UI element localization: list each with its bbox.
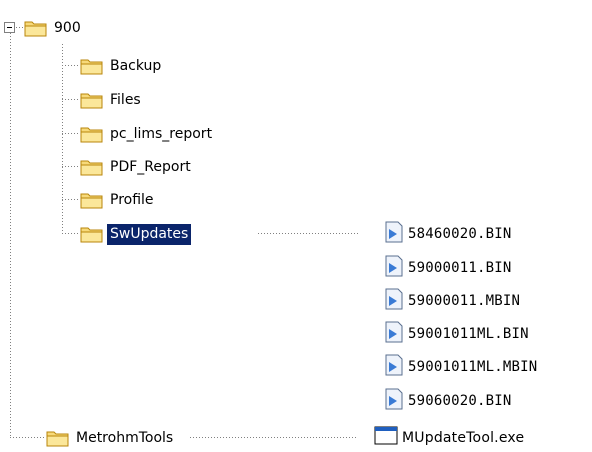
file-item[interactable]: 58460020.BIN bbox=[384, 221, 512, 247]
exe-window-icon bbox=[374, 426, 398, 450]
file-item[interactable]: MUpdateTool.exe bbox=[374, 426, 524, 450]
tree-node-pdf-report[interactable]: PDF_Report bbox=[80, 155, 194, 179]
bin-file-icon bbox=[384, 321, 404, 347]
file-item[interactable]: 59000011.BIN bbox=[384, 255, 512, 281]
folder-icon bbox=[80, 124, 104, 144]
file-name: 59001011ML.MBIN bbox=[408, 359, 538, 375]
tree-node-label: pc_lims_report bbox=[110, 125, 213, 142]
bin-file-icon bbox=[384, 255, 404, 281]
tree-node-label: Profile bbox=[110, 191, 154, 208]
tree-node-label-selected: SwUpdates bbox=[107, 223, 192, 245]
tree-node-files[interactable]: Files bbox=[80, 88, 144, 112]
tree-node-label: MetrohmTools bbox=[76, 429, 174, 446]
bin-file-icon bbox=[384, 388, 404, 414]
tree-node-900[interactable]: 900 bbox=[24, 16, 84, 40]
file-item[interactable]: 59000011.MBIN bbox=[384, 288, 521, 314]
folder-icon bbox=[80, 56, 104, 76]
folder-open-icon bbox=[24, 18, 48, 38]
file-name: 59060020.BIN bbox=[408, 393, 512, 409]
file-item[interactable]: 59001011ML.MBIN bbox=[384, 354, 538, 380]
tree-node-profile[interactable]: Profile bbox=[80, 188, 157, 212]
bin-file-icon bbox=[384, 288, 404, 314]
tree-node-label: Backup bbox=[110, 57, 162, 74]
tree-node-pc-lims-report[interactable]: pc_lims_report bbox=[80, 122, 215, 146]
file-name: 58460020.BIN bbox=[408, 226, 512, 242]
tree-node-label: 900 bbox=[54, 19, 81, 36]
folder-icon bbox=[80, 224, 104, 244]
tree-node-metrohmtools[interactable]: MetrohmTools bbox=[46, 426, 176, 450]
tree-node-label: PDF_Report bbox=[110, 158, 191, 175]
tree-node-swupdates[interactable]: SwUpdates bbox=[80, 222, 192, 246]
file-item[interactable]: 59060020.BIN bbox=[384, 388, 512, 414]
folder-icon bbox=[46, 428, 70, 448]
folder-icon bbox=[80, 190, 104, 210]
folder-icon bbox=[80, 157, 104, 177]
file-name: MUpdateTool.exe bbox=[402, 430, 525, 446]
file-item[interactable]: 59001011ML.BIN bbox=[384, 321, 529, 347]
file-name: 59000011.BIN bbox=[408, 260, 512, 276]
bin-file-icon bbox=[384, 221, 404, 247]
tree-node-label: Files bbox=[110, 91, 141, 108]
collapse-minus-icon[interactable] bbox=[4, 22, 15, 33]
bin-file-icon bbox=[384, 354, 404, 380]
tree-node-backup[interactable]: Backup bbox=[80, 54, 164, 78]
file-name: 59000011.MBIN bbox=[408, 293, 521, 309]
folder-tree: 900 Backup Files pc_lims_report PDF_Repo… bbox=[0, 0, 592, 449]
folder-icon bbox=[80, 90, 104, 110]
file-name: 59001011ML.BIN bbox=[408, 326, 529, 342]
